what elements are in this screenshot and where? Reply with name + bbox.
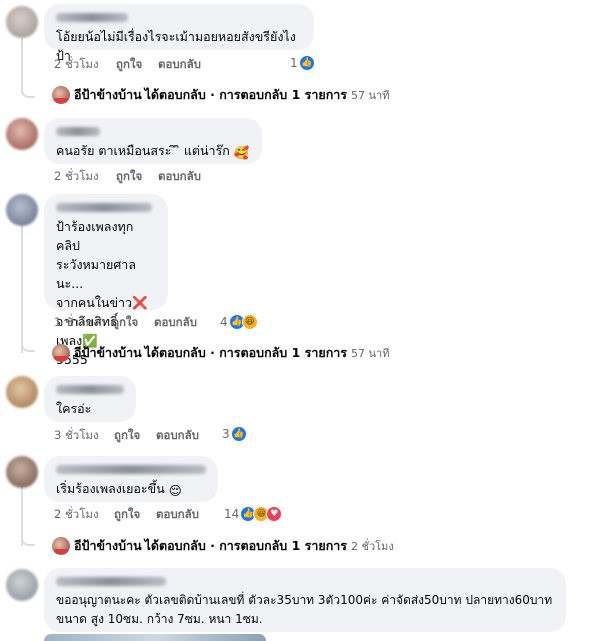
like-icon: 👍 — [298, 55, 315, 71]
reaction-summary[interactable]: 4 👍 😆 — [220, 313, 258, 331]
timestamp[interactable]: 1 ชั่วโมง — [54, 314, 99, 332]
reply-summary: ได้ตอบกลับ · การตอบกลับ 1 รายการ — [144, 345, 348, 360]
reaction-summary[interactable]: 14 👍 😆 ♥ — [224, 505, 283, 523]
reaction-count: 1 — [290, 56, 298, 70]
commenter-name[interactable] — [56, 385, 124, 394]
reply-button[interactable]: ตอบกลับ — [158, 56, 201, 74]
like-button[interactable]: ถูกใจ — [116, 56, 142, 74]
timestamp[interactable]: 3 ชั่วโมง — [54, 427, 99, 445]
reply-connector — [21, 534, 35, 546]
commenter-name[interactable] — [56, 203, 152, 212]
comment-text: เริ่มร้องเพลงเยอะขึ้น 😌 — [56, 479, 206, 500]
reply-author: อีป้าข้างบ้าน — [74, 538, 142, 553]
reply-time: 2 ชั่วโมง — [351, 540, 394, 553]
avatar[interactable] — [6, 569, 38, 601]
avatar[interactable] — [6, 118, 38, 150]
commenter-name[interactable] — [56, 577, 166, 586]
avatar — [52, 86, 70, 104]
reaction-summary[interactable]: 1 👍 — [290, 54, 315, 72]
comment-bubble: โอ้ยยน้อไม่มีเรื่องไรจะเม้ามอยหอยสังขรีย… — [44, 4, 314, 63]
comment-actions: 1 ชั่วโมง ถูกใจ ตอบกลับ — [54, 314, 314, 330]
reply-button[interactable]: ตอบกลับ — [156, 506, 199, 524]
reply-summary: ได้ตอบกลับ · การตอบกลับ 1 รายการ — [144, 538, 348, 553]
reply-time: 57 นาที — [351, 89, 390, 102]
comment-actions: 2 ชั่วโมง ถูกใจ ตอบกลับ — [54, 168, 314, 184]
comment-actions: 2 ชั่วโมง ถูกใจ ตอบกลับ — [54, 56, 314, 72]
comment-text: คนอรัย ตาเหมือนสระ ิ ิ แต่น่าร๊ก 🥰 — [56, 141, 250, 162]
heart-eyes-emoji: 🥰 — [233, 145, 250, 160]
reply-connector — [21, 340, 35, 352]
attached-photo[interactable] — [44, 634, 266, 641]
commenter-name[interactable] — [56, 127, 100, 136]
haha-icon: 😆 — [241, 314, 258, 330]
avatar[interactable] — [6, 194, 38, 226]
reply-button[interactable]: ตอบกลับ — [154, 314, 197, 332]
reply-author: อีป้าข้างบ้าน — [74, 345, 142, 360]
reaction-count: 4 — [220, 315, 228, 329]
love-icon: ♥ — [266, 506, 283, 522]
avatar — [52, 537, 70, 555]
commenter-name[interactable] — [56, 13, 128, 22]
avatar — [52, 344, 70, 362]
like-button[interactable]: ถูกใจ — [116, 168, 142, 186]
like-button[interactable]: ถูกใจ — [114, 427, 140, 445]
comment-text-content: เริ่มร้องเพลงเยอะขึ้น — [56, 481, 165, 496]
relieved-emoji: 😌 — [168, 483, 182, 498]
comment-text: ขออนุญาตนะคะ ตัวเลขติดบ้านเลขที่ ตัวละ35… — [56, 593, 553, 626]
reply-summary: ได้ตอบกลับ · การตอบกลับ 1 รายการ — [144, 87, 348, 102]
reaction-count: 14 — [224, 507, 240, 521]
like-icon: 👍 — [230, 426, 247, 442]
like-button[interactable]: ถูกใจ — [114, 506, 140, 524]
timestamp[interactable]: 2 ชั่วโมง — [54, 56, 99, 74]
avatar[interactable] — [6, 456, 38, 488]
reply-button[interactable]: ตอบกลับ — [156, 427, 199, 445]
view-replies-link[interactable]: อีป้าข้างบ้าน ได้ตอบกลับ · การตอบกลับ 1 … — [52, 86, 389, 104]
view-replies-link[interactable]: อีป้าข้างบ้าน ได้ตอบกลับ · การตอบกลับ 1 … — [52, 537, 394, 555]
view-replies-link[interactable]: อีป้าข้างบ้าน ได้ตอบกลับ · การตอบกลับ 1 … — [52, 344, 389, 362]
comment-text: ใครอ่ะ — [56, 401, 92, 416]
comment-bubble: ใครอ่ะ — [44, 376, 136, 422]
reply-author: อีป้าข้างบ้าน — [74, 87, 142, 102]
reply-time: 57 นาที — [351, 347, 390, 360]
like-button[interactable]: ถูกใจ — [112, 314, 138, 332]
timestamp[interactable]: 2 ชั่วโมง — [54, 168, 99, 186]
comment-bubble: เริ่มร้องเพลงเยอะขึ้น 😌 — [44, 456, 218, 502]
reaction-summary[interactable]: 3 👍 — [222, 425, 247, 443]
reply-button[interactable]: ตอบกลับ — [158, 168, 201, 186]
thread-line — [21, 225, 23, 353]
reaction-count: 3 — [222, 427, 230, 441]
avatar[interactable] — [6, 376, 38, 408]
comment-text-content: คนอรัย ตาเหมือนสระ ิ ิ แต่น่าร๊ก — [56, 143, 230, 158]
reply-connector — [21, 86, 35, 98]
comment-actions: 3 ชั่วโมง ถูกใจ ตอบกลับ — [54, 427, 314, 443]
timestamp[interactable]: 2 ชั่วโมง — [54, 506, 99, 524]
comment-bubble: ป้าร้องเพลงทุกคลิป ระวังหมายศาลนะ... จาก… — [44, 194, 168, 367]
comment-bubble: ขออนุญาตนะคะ ตัวเลขติดบ้านเลขที่ ตัวละ35… — [44, 568, 566, 632]
comment-bubble: คนอรัย ตาเหมือนสระ ิ ิ แต่น่าร๊ก 🥰 — [44, 118, 262, 164]
avatar[interactable] — [6, 6, 38, 38]
commenter-name[interactable] — [56, 465, 206, 474]
